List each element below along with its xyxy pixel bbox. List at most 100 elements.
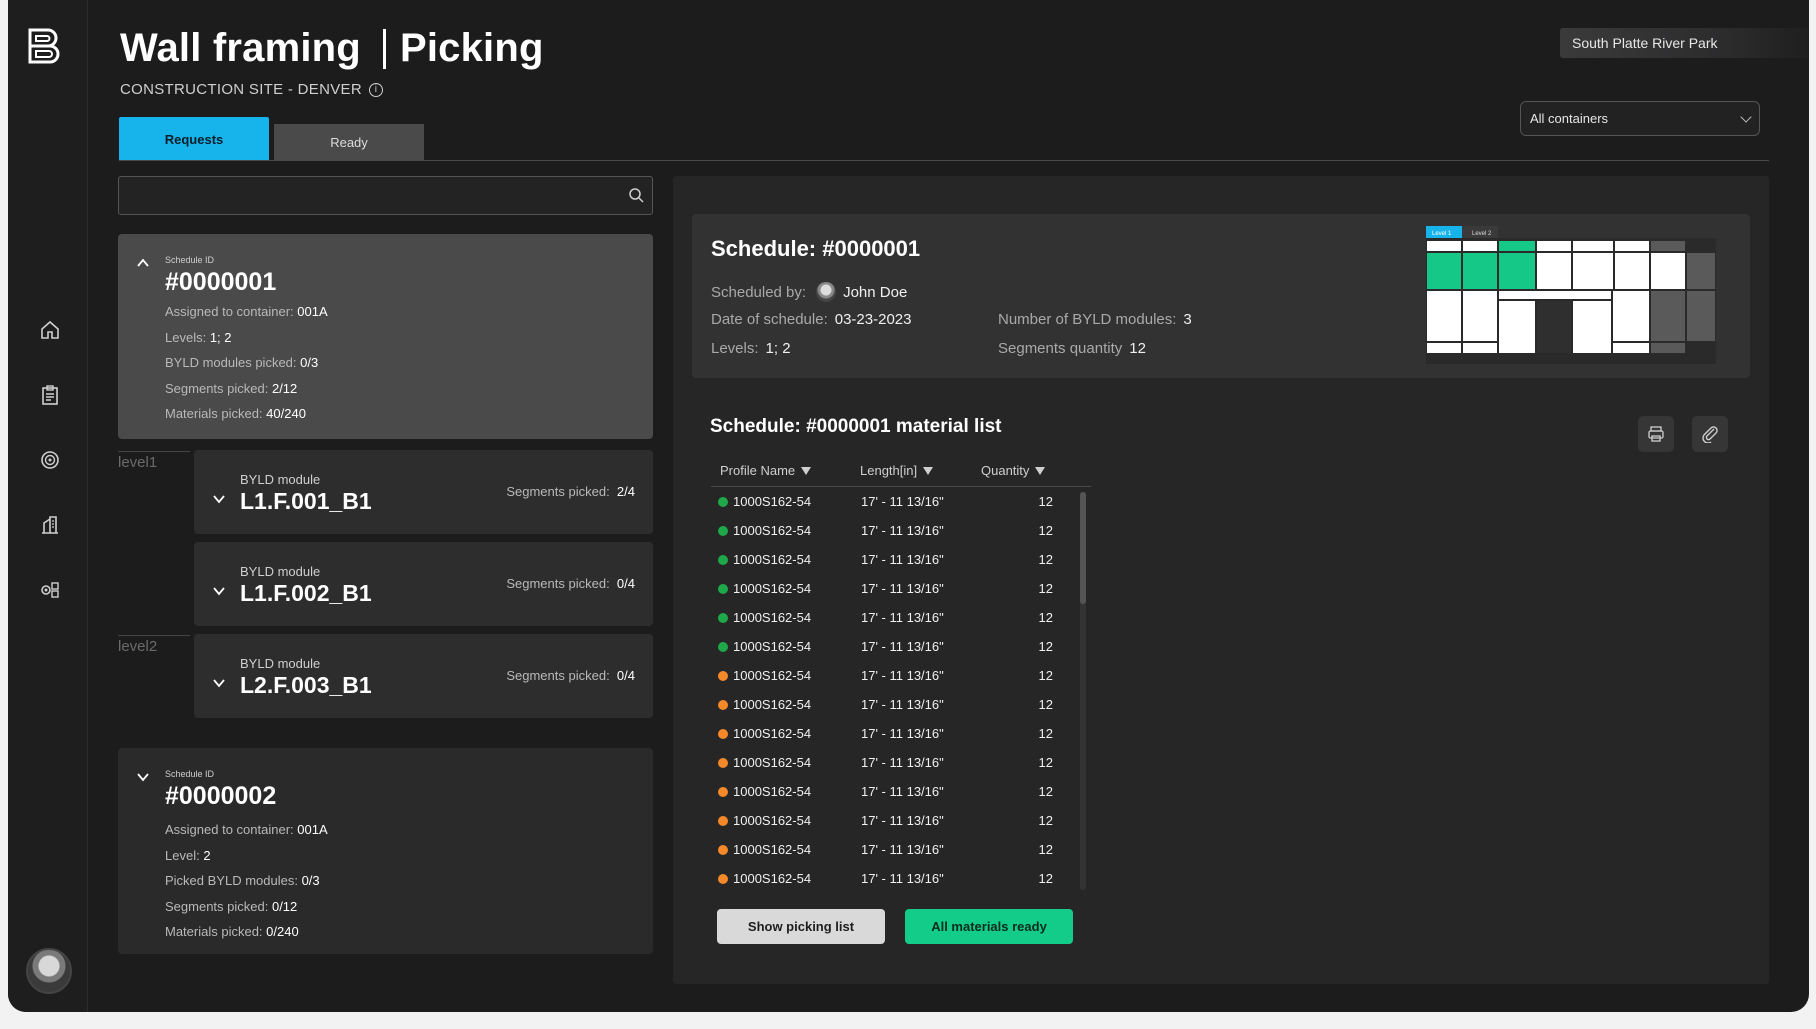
detail-row: Level: 2 xyxy=(165,848,328,874)
table-row[interactable]: 1000S162-54 17' - 11 13/16" 12 xyxy=(711,748,1091,777)
module-card[interactable]: BYLD module L2.F.003_B1 Segments picked:… xyxy=(194,634,653,718)
length-cell: 17' - 11 13/16" xyxy=(861,581,944,596)
profile-name: 1000S162-54 xyxy=(733,552,812,567)
container-select[interactable]: All containers xyxy=(1520,101,1760,136)
show-picking-list-button[interactable]: Show picking list xyxy=(717,909,885,944)
detail-row: Segments picked: 2/12 xyxy=(165,381,328,407)
quantity-cell: 12 xyxy=(1038,755,1053,770)
site-selector[interactable]: South Platte River Park xyxy=(1560,28,1808,58)
status-dot-icon xyxy=(718,873,728,884)
schedule-levels: Levels: 1; 2 xyxy=(711,340,791,357)
table-row[interactable]: 1000S162-54 17' - 11 13/16" 12 xyxy=(711,574,1091,603)
profile-name: 1000S162-54 xyxy=(733,668,812,683)
levels-label: Levels: xyxy=(711,340,759,357)
profile-cell: 1000S162-54 xyxy=(711,697,861,712)
map-tab-level1-label: Level 1 xyxy=(1432,231,1452,237)
scrollbar-thumb[interactable] xyxy=(1080,492,1086,604)
table-row[interactable]: 1000S162-54 17' - 11 13/16" 12 xyxy=(711,632,1091,661)
schedule-icon[interactable] xyxy=(38,383,62,407)
schedule-card[interactable]: Schedule ID #0000001 Assigned to contain… xyxy=(118,234,653,439)
logo-icon[interactable] xyxy=(26,26,62,66)
tab-requests[interactable]: Requests xyxy=(119,117,269,161)
chevron-down-icon[interactable] xyxy=(212,676,226,690)
length-cell: 17' - 11 13/16" xyxy=(861,639,944,654)
search-icon[interactable] xyxy=(628,187,644,203)
detail-row: BYLD modules picked: 0/3 xyxy=(165,355,328,381)
length-cell: 17' - 11 13/16" xyxy=(861,552,944,567)
table-row[interactable]: 1000S162-54 17' - 11 13/16" 12 xyxy=(711,719,1091,748)
detail-value: 1; 2 xyxy=(209,329,232,345)
table-row[interactable]: 1000S162-54 17' - 11 13/16" 12 xyxy=(711,690,1091,719)
profile-cell: 1000S162-54 xyxy=(711,639,861,654)
detail-row: Materials picked: 40/240 xyxy=(165,406,328,432)
module-card[interactable]: BYLD module L1.F.001_B1 Segments picked:… xyxy=(194,450,653,534)
module-label: BYLD module xyxy=(240,472,321,487)
segments-label: Segments picked: xyxy=(506,484,610,499)
user-avatar[interactable] xyxy=(26,948,72,994)
search-input[interactable] xyxy=(118,176,653,215)
info-icon[interactable]: i xyxy=(368,82,383,97)
modules-label: Number of BYLD modules: xyxy=(998,311,1177,328)
map-tab-level2-label: Level 2 xyxy=(1472,231,1492,237)
table-row[interactable]: 1000S162-54 17' - 11 13/16" 12 xyxy=(711,661,1091,690)
print-button[interactable] xyxy=(1638,416,1674,452)
segments-value: 0/4 xyxy=(616,576,635,591)
status-dot-icon xyxy=(718,496,728,507)
length-cell: 17' - 11 13/16" xyxy=(861,668,944,683)
schedule-id: #0000002 xyxy=(165,782,277,810)
table-row[interactable]: 1000S162-54 17' - 11 13/16" 12 xyxy=(711,487,1091,516)
status-dot-icon xyxy=(718,554,728,565)
chevron-down-icon[interactable] xyxy=(212,584,226,598)
detail-row: Assigned to container: 001A xyxy=(165,304,328,330)
profile-name: 1000S162-54 xyxy=(733,871,812,886)
detail-row: Levels: 1; 2 xyxy=(165,330,328,356)
floor-plan-map[interactable]: Level 1 Level 2 xyxy=(1426,226,1716,364)
column-header[interactable]: Length[in] xyxy=(851,463,981,478)
chevron-down-icon[interactable] xyxy=(212,492,226,506)
detail-label: Picked BYLD modules: xyxy=(165,873,298,888)
sidebar xyxy=(8,0,88,1012)
column-header-label: Quantity xyxy=(981,463,1030,478)
module-segments: Segments picked: 2/4 xyxy=(506,484,635,499)
table-row[interactable]: 1000S162-54 17' - 11 13/16" 12 xyxy=(711,777,1091,806)
chevron-down-icon[interactable] xyxy=(136,770,150,784)
module-card[interactable]: BYLD module L1.F.002_B1 Segments picked:… xyxy=(194,542,653,626)
table-scrollbar[interactable] xyxy=(1080,492,1086,890)
table-row[interactable]: 1000S162-54 17' - 11 13/16" 12 xyxy=(711,516,1091,545)
user-avatar-small xyxy=(816,282,837,302)
target-icon[interactable] xyxy=(38,448,62,472)
schedule-card[interactable]: Schedule ID #0000002 Assigned to contain… xyxy=(118,748,653,954)
home-icon[interactable] xyxy=(38,318,62,342)
module-label: BYLD module xyxy=(240,656,321,671)
detail-label: BYLD modules picked: xyxy=(165,355,297,370)
module-name: L1.F.001_B1 xyxy=(240,488,372,514)
segments-quantity-value: 12 xyxy=(1129,340,1146,357)
modules-value: 3 xyxy=(1183,311,1192,328)
quantity-cell: 12 xyxy=(1038,813,1053,828)
building-icon[interactable] xyxy=(38,513,62,537)
profile-name: 1000S162-54 xyxy=(733,639,812,654)
table-row[interactable]: 1000S162-54 17' - 11 13/16" 12 xyxy=(711,864,1091,889)
table-row[interactable]: 1000S162-54 17' - 11 13/16" 12 xyxy=(711,545,1091,574)
container-select-value: All containers xyxy=(1530,111,1609,126)
chevron-up-icon[interactable] xyxy=(136,256,150,270)
attach-icon xyxy=(1702,426,1718,443)
detail-label: Segments picked: xyxy=(165,380,269,396)
schedule-title: Schedule: #0000001 xyxy=(711,236,921,261)
attach-button[interactable] xyxy=(1692,416,1728,452)
levels-value: 1; 2 xyxy=(765,340,791,357)
column-header[interactable]: Quantity xyxy=(981,463,1081,478)
table-row[interactable]: 1000S162-54 17' - 11 13/16" 12 xyxy=(711,835,1091,864)
column-header[interactable]: Profile Name xyxy=(711,463,851,478)
settings-icon[interactable] xyxy=(38,578,62,602)
all-materials-ready-button[interactable]: All materials ready xyxy=(905,909,1073,944)
length-cell: 17' - 11 13/16" xyxy=(861,697,944,712)
length-cell: 17' - 11 13/16" xyxy=(861,842,944,857)
tab-ready[interactable]: Ready xyxy=(274,124,424,161)
profile-name: 1000S162-54 xyxy=(733,523,812,538)
schedule-details: Assigned to container: 001A Level: 2 Pic… xyxy=(165,822,328,950)
schedule-id: #0000001 xyxy=(165,268,277,296)
module-name: L1.F.002_B1 xyxy=(240,580,372,606)
table-row[interactable]: 1000S162-54 17' - 11 13/16" 12 xyxy=(711,603,1091,632)
table-row[interactable]: 1000S162-54 17' - 11 13/16" 12 xyxy=(711,806,1091,835)
